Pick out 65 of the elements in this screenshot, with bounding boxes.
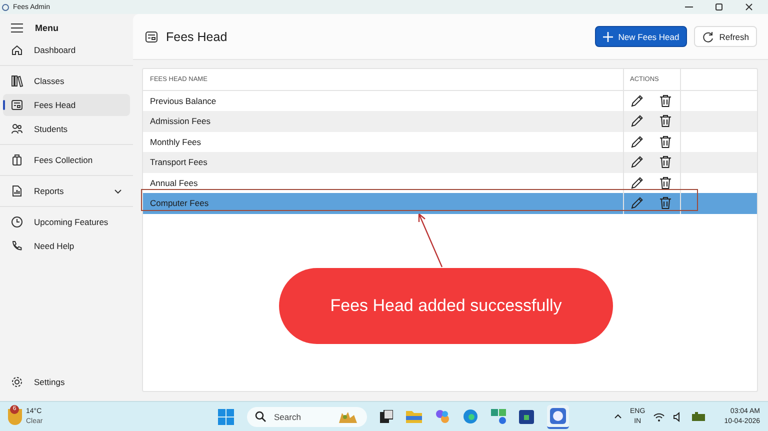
clock-icon [11, 216, 23, 228]
folder-icon[interactable] [406, 410, 422, 423]
start-icon[interactable] [218, 408, 234, 424]
sidebar-item[interactable]: Classes [3, 70, 130, 92]
refresh-button[interactable]: Refresh [694, 26, 757, 47]
task-view-icon[interactable] [380, 410, 393, 423]
close-icon[interactable] [744, 2, 754, 12]
table-cell: Previous Balance [150, 96, 216, 106]
active-app-icon[interactable] [547, 404, 569, 428]
settings-item[interactable]: Settings [3, 371, 130, 393]
sidebar-item[interactable]: Students [3, 118, 130, 140]
app-icon[interactable] [491, 409, 506, 424]
trash-icon[interactable] [659, 196, 672, 210]
pencil-icon[interactable] [630, 155, 644, 170]
sidebar-item[interactable]: Upcoming Features [3, 211, 130, 233]
pencil-icon[interactable] [630, 196, 644, 210]
sidebar-item[interactable]: Reports [3, 180, 130, 202]
trash-icon[interactable] [659, 176, 672, 190]
trash-icon[interactable] [659, 94, 672, 108]
plus-icon [603, 32, 614, 42]
success-callout: Fees Head added successfully [279, 268, 613, 344]
table-row[interactable]: Admission Fees [143, 111, 757, 132]
table-row[interactable]: Transport Fees [143, 152, 757, 172]
browser-icon[interactable] [463, 409, 478, 424]
restore-icon[interactable] [714, 2, 724, 12]
menu-label: Menu [35, 23, 58, 33]
home-icon [11, 44, 23, 56]
table-cell: Monthly Fees [150, 136, 202, 147]
bag-icon [11, 154, 23, 166]
refresh-icon [702, 30, 714, 42]
books-icon [11, 75, 23, 87]
settings-icon [11, 376, 23, 388]
trash-icon[interactable] [659, 114, 672, 128]
pencil-icon[interactable] [630, 114, 644, 128]
app-icon [2, 4, 9, 10]
card-icon [11, 99, 23, 111]
trash-icon[interactable] [659, 155, 672, 170]
search-icon [255, 411, 266, 422]
table-cell: Transport Fees [150, 157, 208, 168]
pencil-icon[interactable] [630, 176, 644, 190]
search-field[interactable]: Search [247, 406, 367, 426]
menu-icon[interactable] [11, 23, 23, 33]
document-icon [11, 185, 23, 197]
card-icon [145, 30, 158, 42]
new-button[interactable]: New Fees Head [595, 26, 688, 47]
sidebar-item[interactable]: Fees Collection [3, 149, 130, 171]
table-cell: Computer Fees [150, 198, 209, 208]
chevron-down-icon [114, 188, 122, 194]
phone-icon [11, 240, 23, 252]
store-icon[interactable] [519, 409, 534, 424]
trash-icon[interactable] [659, 134, 672, 149]
page-title: Fees Head [166, 30, 228, 44]
table-row[interactable]: Computer Fees [143, 193, 757, 214]
pencil-icon[interactable] [630, 94, 644, 108]
sidebar-item[interactable]: Need Help [3, 235, 130, 257]
sidebar-item[interactable]: Fees Head [3, 94, 130, 116]
chevron-up-icon[interactable] [614, 414, 622, 419]
table-cell: Annual Fees [150, 178, 198, 188]
sidebar-item[interactable]: Dashboard [3, 39, 130, 61]
wifi-icon[interactable] [653, 412, 666, 422]
copilot-icon[interactable] [435, 409, 450, 424]
table-cell: Admission Fees [150, 116, 210, 126]
pencil-icon[interactable] [630, 134, 644, 149]
battery-icon[interactable] [691, 412, 706, 422]
people-icon [11, 123, 23, 135]
